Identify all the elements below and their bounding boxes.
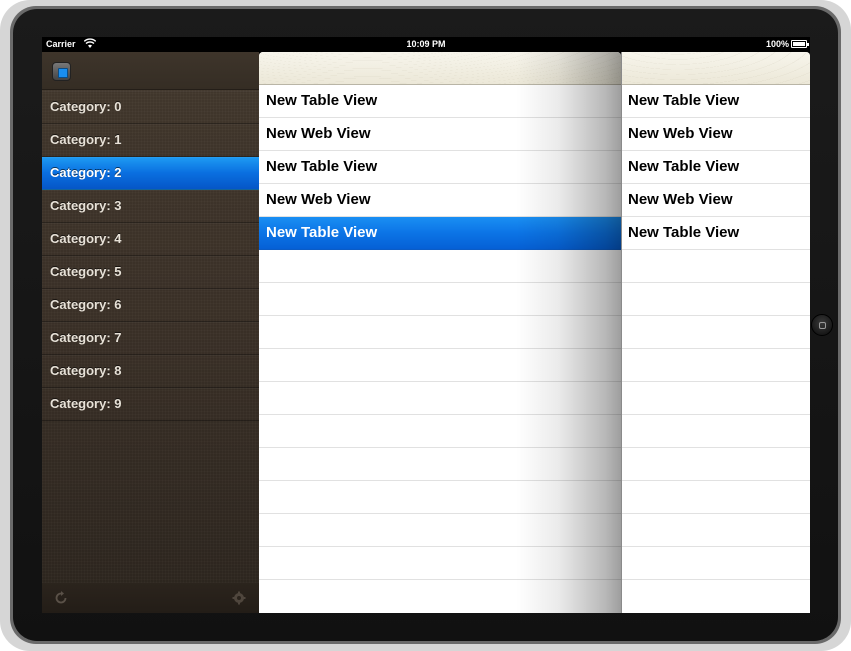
empty-row: [259, 415, 621, 448]
empty-row: [259, 514, 621, 547]
settings-icon[interactable]: [232, 591, 246, 605]
category-item-3[interactable]: Category: 3: [42, 190, 259, 223]
category-item-9[interactable]: Category: 9: [42, 388, 259, 421]
empty-row: [259, 316, 621, 349]
empty-row: [259, 547, 621, 580]
empty-row: [621, 415, 810, 448]
panel-1-header: [259, 52, 621, 85]
category-item-1[interactable]: Category: 1: [42, 124, 259, 157]
panel-2-header: [621, 52, 810, 85]
battery-icon: [791, 40, 809, 48]
empty-row: [621, 382, 810, 415]
ipad-device-frame: Carrier 10:09 PM 100% Category: 0 Catego…: [0, 0, 851, 651]
category-sidebar: Category: 0 Category: 1 Category: 2 Cate…: [42, 52, 259, 613]
empty-row: [259, 382, 621, 415]
table-row[interactable]: New Table View: [621, 85, 810, 118]
table-row[interactable]: New Table View: [259, 151, 621, 184]
category-item-0[interactable]: Category: 0: [42, 91, 259, 124]
category-item-2[interactable]: Category: 2: [42, 157, 259, 190]
empty-row: [621, 349, 810, 382]
empty-row: [621, 448, 810, 481]
table-row[interactable]: New Web View: [259, 184, 621, 217]
empty-row: [259, 349, 621, 382]
panel-1-table: New Table View New Web View New Table Vi…: [259, 85, 621, 613]
table-row[interactable]: New Web View: [259, 118, 621, 151]
home-button-square-icon: [819, 322, 826, 329]
stacked-panel-2: New Table View New Web View New Table Vi…: [621, 52, 810, 613]
empty-row: [259, 481, 621, 514]
status-bar: Carrier 10:09 PM 100%: [42, 37, 810, 52]
category-item-5[interactable]: Category: 5: [42, 256, 259, 289]
category-item-4[interactable]: Category: 4: [42, 223, 259, 256]
category-item-7[interactable]: Category: 7: [42, 322, 259, 355]
sidebar-header: [42, 52, 259, 90]
refresh-icon[interactable]: [54, 591, 68, 605]
category-list: Category: 0 Category: 1 Category: 2 Cate…: [42, 91, 259, 421]
stacked-panel-1: New Table View New Web View New Table Vi…: [259, 52, 621, 613]
table-row[interactable]: New Web View: [621, 118, 810, 151]
battery-percent-label: 100%: [765, 39, 789, 49]
empty-row: [621, 316, 810, 349]
table-row[interactable]: New Table View: [621, 217, 810, 250]
app-logo-icon[interactable]: [52, 62, 71, 81]
empty-row: [621, 283, 810, 316]
table-row[interactable]: New Table View: [259, 85, 621, 118]
table-row[interactable]: New Web View: [621, 184, 810, 217]
sidebar-footer-toolbar: [42, 583, 259, 613]
category-item-6[interactable]: Category: 6: [42, 289, 259, 322]
table-row-selected[interactable]: New Table View: [259, 217, 621, 250]
screen: Carrier 10:09 PM 100% Category: 0 Catego…: [42, 37, 810, 613]
panel-2-table: New Table View New Web View New Table Vi…: [621, 85, 810, 613]
clock-label: 10:09 PM: [406, 39, 446, 49]
empty-row: [259, 448, 621, 481]
home-button[interactable]: [811, 314, 833, 336]
table-row[interactable]: New Table View: [621, 151, 810, 184]
empty-row: [621, 250, 810, 283]
empty-row: [259, 250, 621, 283]
empty-row: [621, 514, 810, 547]
empty-row: [621, 481, 810, 514]
category-item-8[interactable]: Category: 8: [42, 355, 259, 388]
empty-row: [259, 283, 621, 316]
empty-row: [621, 547, 810, 580]
